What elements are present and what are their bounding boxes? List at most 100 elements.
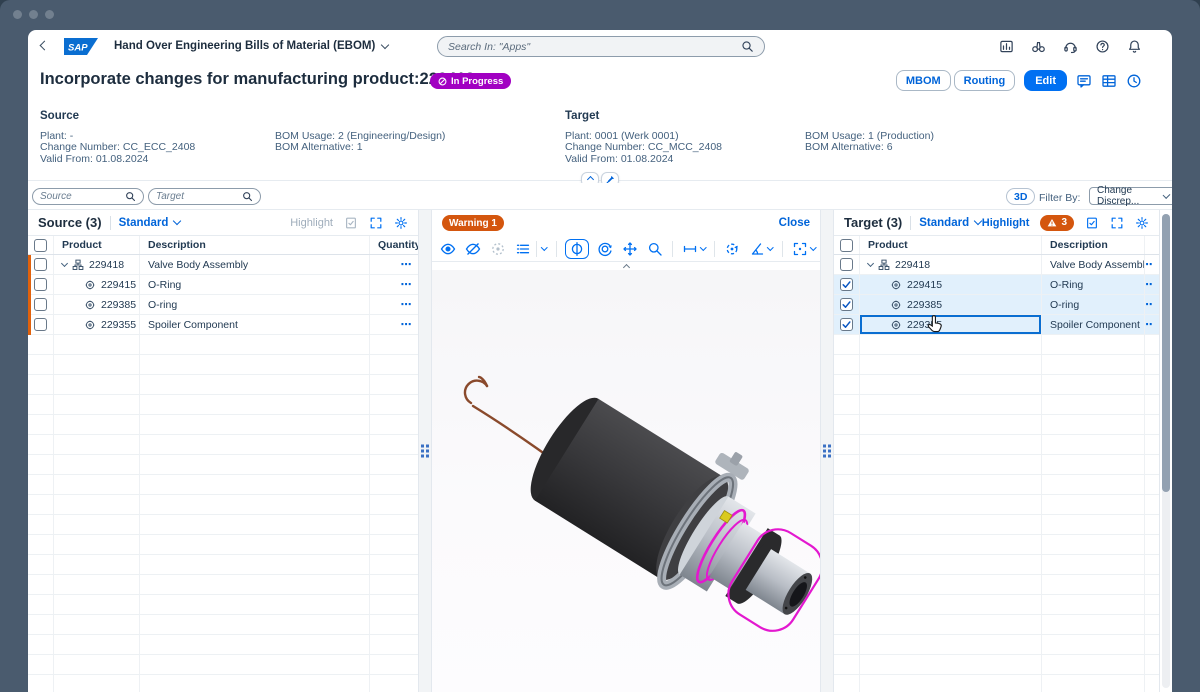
row-overflow-button[interactable]: ⋯ [401, 279, 414, 290]
description-cell[interactable]: Spoiler Component [140, 315, 370, 334]
table-row[interactable]: 229418Valve Body Assembly ⋯ [28, 255, 418, 275]
row-overflow-button[interactable]: ⋯ [401, 259, 414, 270]
help-icon[interactable] [1095, 39, 1110, 54]
target-search-input[interactable]: Target [148, 188, 261, 205]
row-checkbox[interactable] [840, 318, 853, 331]
product-cell[interactable]: 229385 [860, 295, 1042, 314]
product-cell[interactable]: 229415 [860, 275, 1042, 294]
window-control-dot[interactable] [29, 10, 38, 19]
product-cell[interactable]: 229418 [860, 255, 1042, 274]
table-row[interactable]: 229355Spoiler Component⋯ [834, 315, 1159, 335]
variant-bookmark-icon[interactable] [1085, 216, 1099, 230]
splitter-right[interactable] [820, 210, 834, 692]
variant-bookmark-icon[interactable] [344, 216, 358, 230]
pan-tool-icon[interactable] [622, 241, 638, 257]
table-row[interactable]: 229415O-Ring⋯ [28, 275, 418, 295]
app-title[interactable]: Hand Over Engineering Bills of Material … [114, 40, 390, 52]
splitter-left[interactable] [418, 210, 432, 692]
spin-model-icon[interactable] [724, 241, 740, 257]
row-overflow-button[interactable]: ⋯ [1145, 319, 1154, 330]
window-control-dot[interactable] [13, 10, 22, 19]
table-view-icon[interactable] [1101, 73, 1117, 89]
column-header-quantity[interactable] [1145, 236, 1159, 254]
row-checkbox[interactable] [34, 278, 47, 291]
row-overflow-button[interactable]: ⋯ [401, 299, 414, 310]
row-checkbox[interactable] [34, 318, 47, 331]
settings-gear-icon[interactable] [1135, 216, 1149, 230]
row-overflow-button[interactable]: ⋯ [1145, 299, 1154, 310]
show-icon[interactable] [440, 241, 456, 257]
search-icon[interactable] [741, 40, 754, 53]
column-header-description[interactable]: Description [140, 236, 370, 254]
history-icon[interactable] [1126, 73, 1142, 89]
bell-icon[interactable] [1127, 39, 1142, 54]
row-overflow-button[interactable]: ⋯ [401, 319, 414, 330]
scrollbar-thumb[interactable] [1162, 214, 1170, 492]
expand-panel-icon[interactable] [1110, 216, 1124, 230]
description-cell[interactable]: O-ring [140, 295, 370, 314]
product-cell[interactable]: 229385 [54, 295, 140, 314]
3d-model-valve-assembly[interactable] [432, 270, 820, 692]
viewer-warning-badge[interactable]: Warning 1 [442, 215, 504, 231]
splitter-grip-icon[interactable] [823, 444, 831, 458]
description-cell[interactable]: Spoiler Component [1042, 315, 1145, 334]
row-checkbox[interactable] [840, 278, 853, 291]
select-all-checkbox[interactable] [34, 238, 47, 252]
column-header-product[interactable]: Product [54, 236, 140, 254]
product-cell[interactable]: 229355 [860, 315, 1042, 334]
ghost-mode-icon[interactable] [490, 241, 506, 257]
target-warning-badge[interactable]: 3 [1040, 214, 1074, 231]
fit-to-view-icon[interactable] [792, 241, 816, 257]
column-header-quantity[interactable]: Quantity [370, 236, 418, 254]
settings-gear-icon[interactable] [394, 216, 408, 230]
target-view-selector[interactable]: Standard [919, 217, 983, 229]
column-header-description[interactable]: Description [1042, 236, 1145, 254]
splitter-grip-icon[interactable] [421, 444, 429, 458]
measure-distance-icon[interactable] [682, 241, 706, 257]
sap-logo[interactable]: SAP [64, 38, 98, 60]
row-checkbox[interactable] [34, 298, 47, 311]
description-cell[interactable]: O-Ring [140, 275, 370, 294]
table-row[interactable]: 229418Valve Body Assembly⋯ [834, 255, 1159, 275]
headset-icon[interactable] [1063, 39, 1078, 54]
viewer-close-button[interactable]: Close [779, 217, 810, 229]
window-control-dot[interactable] [45, 10, 54, 19]
row-checkbox[interactable] [34, 258, 47, 271]
row-overflow-button[interactable]: ⋯ [1145, 279, 1154, 290]
row-overflow-button[interactable]: ⋯ [1145, 259, 1154, 270]
table-row[interactable]: 229415O-Ring⋯ [834, 275, 1159, 295]
description-cell[interactable]: O-ring [1042, 295, 1145, 314]
description-cell[interactable]: Valve Body Assembly [1042, 255, 1145, 274]
search-icon[interactable] [125, 191, 136, 202]
turntable-tool-icon[interactable] [564, 238, 589, 259]
viewer-toolbar-collapse[interactable] [432, 262, 820, 272]
description-cell[interactable]: Valve Body Assembly [140, 255, 370, 274]
column-header-product[interactable]: Product [860, 236, 1042, 254]
expand-chevron-icon[interactable] [60, 259, 69, 268]
viewer-3d-canvas[interactable] [432, 270, 820, 692]
row-checkbox[interactable] [840, 258, 853, 271]
routing-button[interactable]: Routing [953, 70, 1016, 91]
mbom-button[interactable]: MBOM [895, 70, 951, 91]
source-highlight-toggle[interactable]: Highlight [290, 217, 333, 229]
search-icon[interactable] [242, 191, 253, 202]
back-icon[interactable] [39, 40, 50, 51]
binoculars-icon[interactable] [1031, 39, 1046, 54]
kpi-overview-icon[interactable] [999, 39, 1014, 54]
table-row[interactable]: 229385 O-ring⋯ [834, 295, 1159, 315]
display-options-icon[interactable] [515, 240, 548, 257]
shell-search-input[interactable]: Search In: "Apps" [437, 36, 765, 57]
product-cell[interactable]: 229355 [54, 315, 140, 334]
orbit-tool-icon[interactable] [597, 241, 613, 257]
table-row[interactable]: 229355Spoiler Component ⋯ [28, 315, 418, 335]
filter-dropdown[interactable]: Change Discrep... [1089, 185, 1172, 207]
comment-icon[interactable] [1076, 73, 1092, 89]
product-cell[interactable]: 229418 [54, 255, 140, 274]
hide-icon[interactable] [465, 241, 481, 257]
edit-button[interactable]: Edit [1024, 70, 1067, 91]
3d-toggle-button[interactable]: 3D [1006, 188, 1036, 205]
expand-chevron-icon[interactable] [866, 259, 875, 268]
select-all-checkbox[interactable] [840, 238, 853, 252]
source-view-selector[interactable]: Standard [119, 217, 182, 229]
measure-angle-icon[interactable] [749, 241, 774, 257]
